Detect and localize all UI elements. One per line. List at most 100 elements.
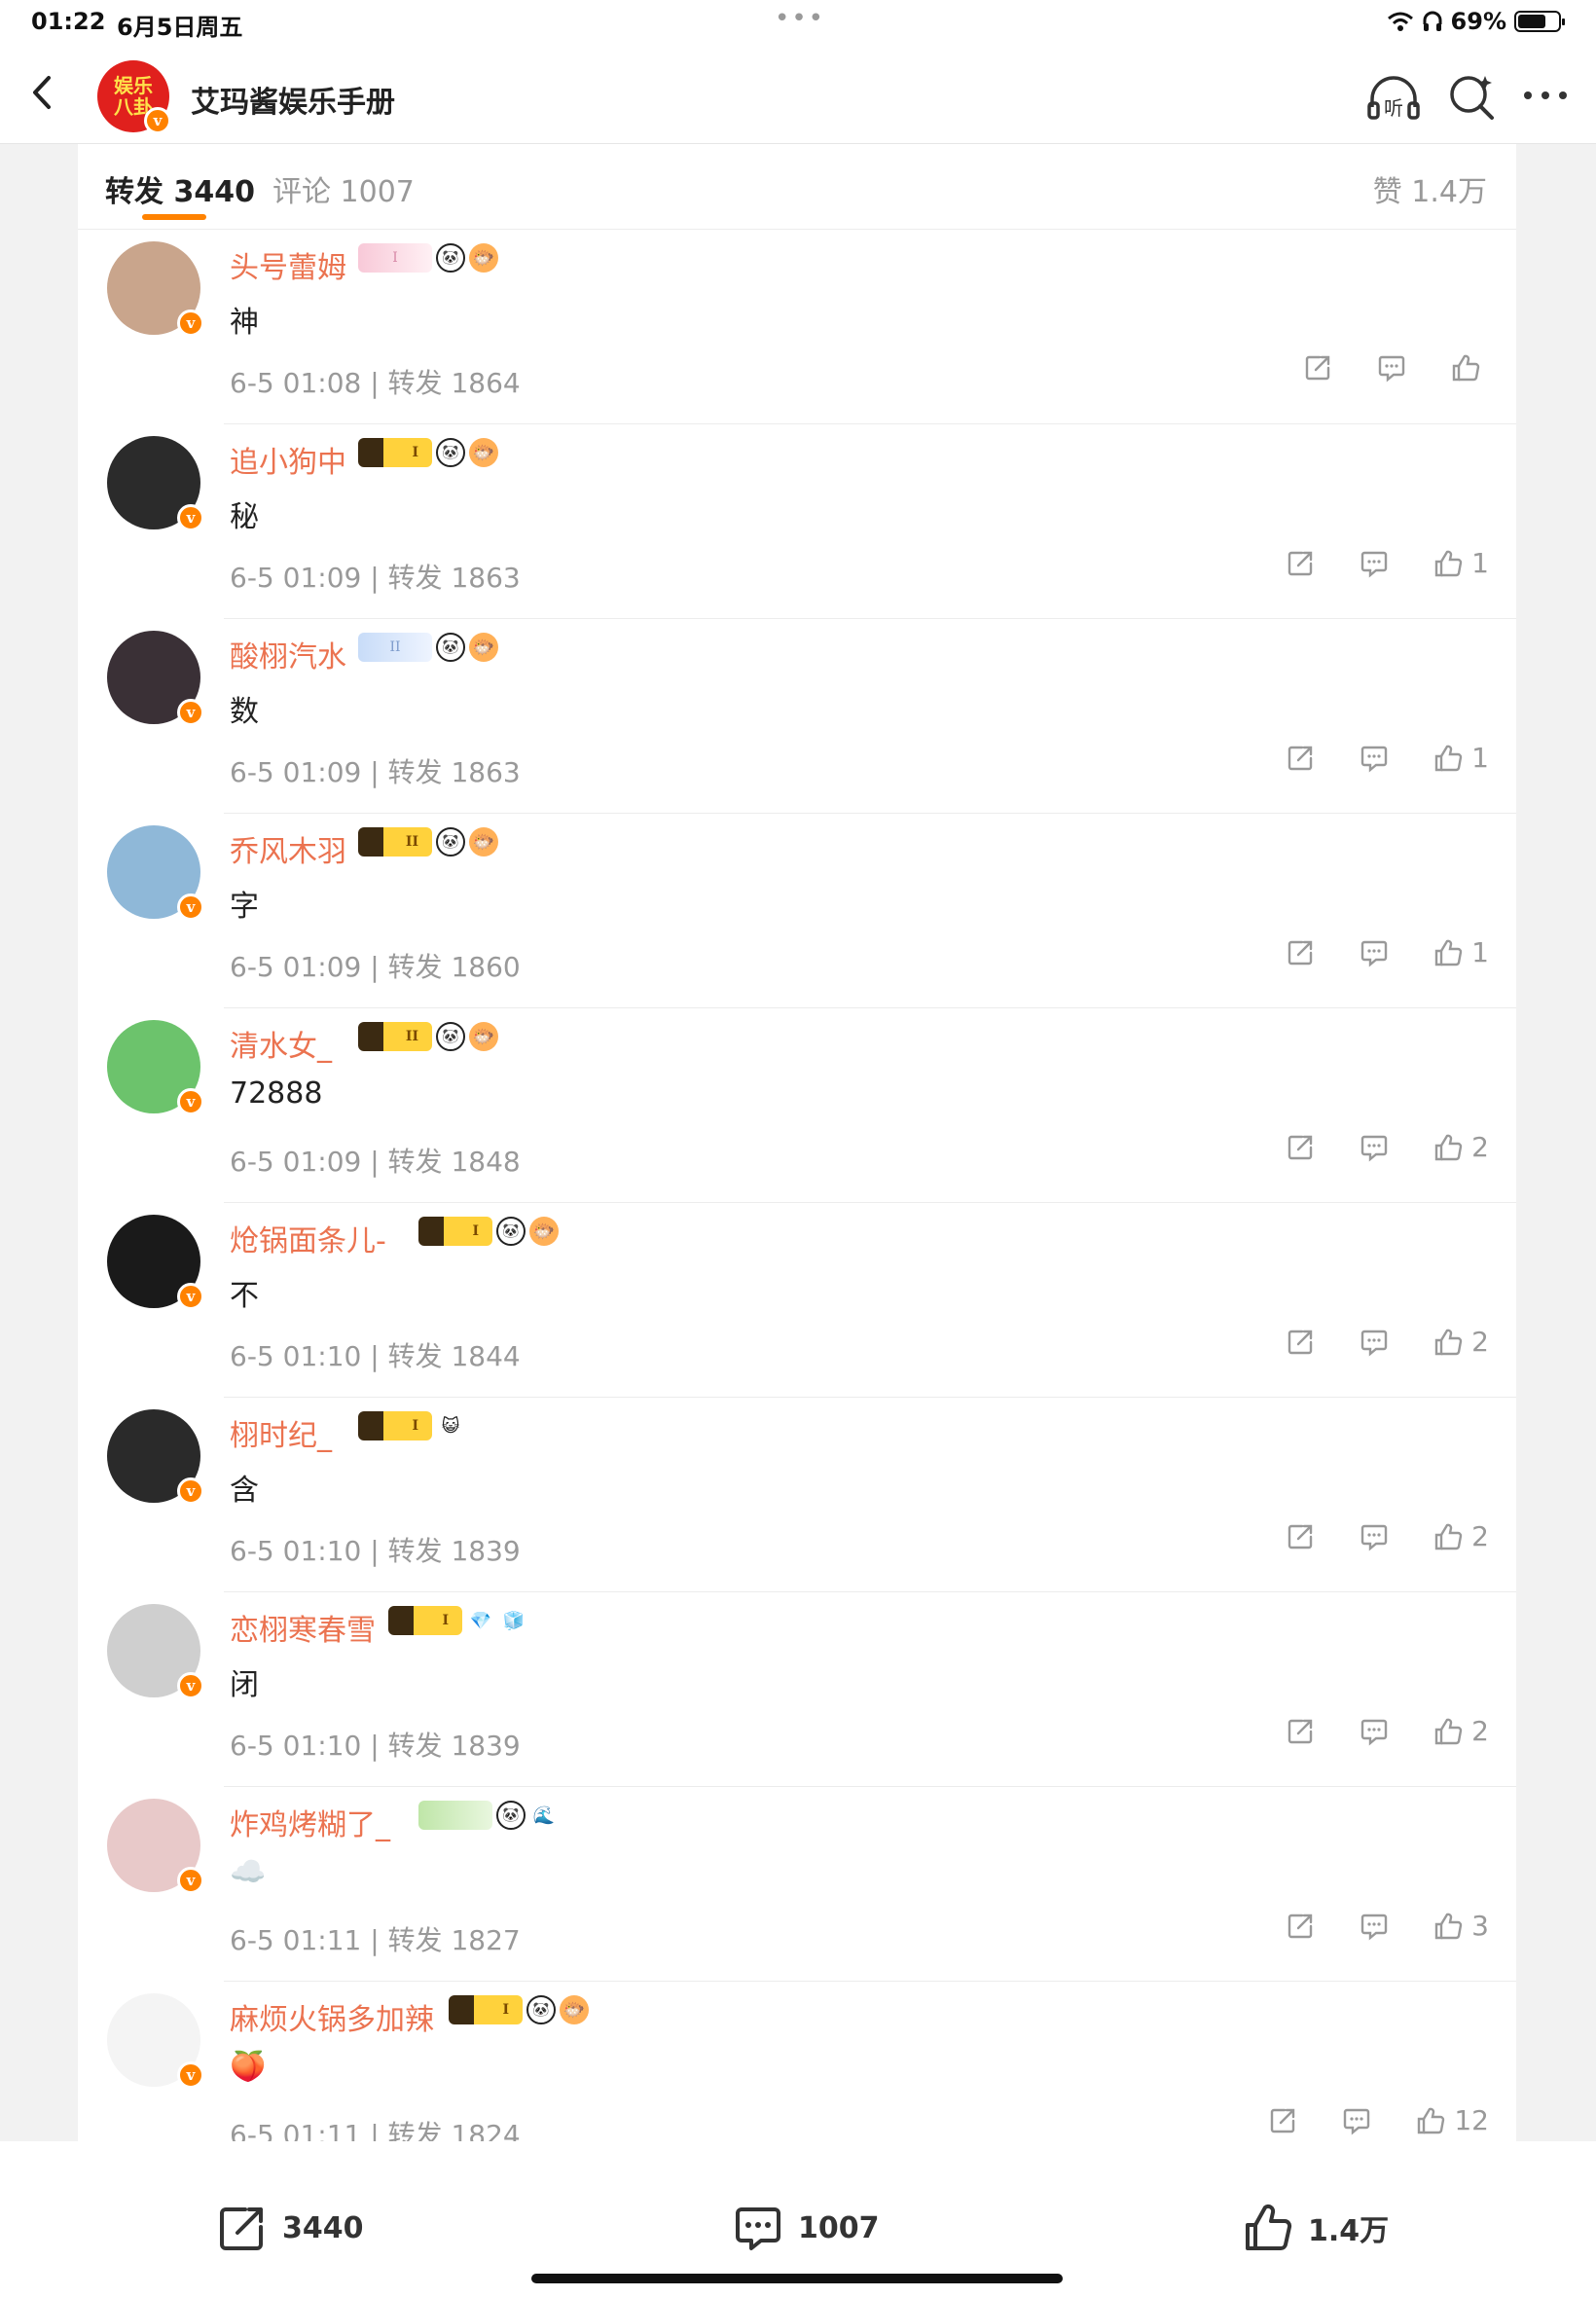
repost-item[interactable]: v 炝锅面条儿- I 🐼 🐡 不 6-5 01:10 | 转发 1844 2	[107, 1203, 1516, 1398]
fan-badge-icon: 🐡	[469, 438, 498, 467]
item-repost-button[interactable]	[1267, 2105, 1298, 2136]
username[interactable]: 酸栩汽水	[230, 633, 346, 675]
item-comment-button[interactable]	[1359, 1521, 1390, 1552]
item-like-button[interactable]: 1	[1433, 547, 1489, 579]
avatar[interactable]: v	[107, 1799, 204, 1894]
multitask-dots[interactable]: •••	[775, 4, 825, 33]
verified-badge-icon: v	[177, 1088, 204, 1115]
repost-item[interactable]: v 炸鸡烤糊了_ 🐼 🌊 ☁️ 6-5 01:11 | 转发 1827 3	[107, 1787, 1516, 1982]
tab-reposts[interactable]: 转发 3440	[105, 167, 255, 210]
repost-text: 🍑	[230, 2050, 267, 2084]
fan-badge-icon: 🐼	[436, 438, 465, 467]
repost-item[interactable]: v 恋栩寒春雪 I 💎 🧊 闭 6-5 01:10 | 转发 1839 2	[107, 1592, 1516, 1787]
username[interactable]: 追小狗中	[230, 438, 346, 481]
item-comment-button[interactable]	[1359, 1716, 1390, 1747]
fan-badge-icon: 🐡	[469, 633, 498, 662]
avatar[interactable]: v	[107, 436, 204, 531]
item-repost-button[interactable]	[1285, 1911, 1316, 1942]
home-indicator[interactable]	[531, 2274, 1063, 2283]
avatar[interactable]: v	[107, 1020, 204, 1115]
avatar[interactable]: v	[107, 825, 204, 921]
username[interactable]: 麻烦火锅多加辣	[230, 1995, 434, 2038]
share-icon	[1285, 1327, 1316, 1358]
item-repost-button[interactable]	[1285, 1521, 1316, 1552]
repost-button[interactable]: 3440	[216, 2202, 364, 2254]
item-repost-button[interactable]	[1285, 1716, 1316, 1747]
item-repost-button[interactable]	[1285, 937, 1316, 968]
item-comment-button[interactable]	[1359, 1132, 1390, 1163]
thumbs-up-icon	[1433, 743, 1464, 774]
share-icon	[1285, 937, 1316, 968]
repost-item[interactable]: v 乔风木羽 II 🐼 🐡 字 6-5 01:09 | 转发 1860 1	[107, 814, 1516, 1008]
repost-item[interactable]: v 头号蕾姆 I 🐼 🐡 神 6-5 01:08 | 转发 1864	[107, 230, 1516, 424]
like-button[interactable]: 1.4万	[1242, 2202, 1389, 2254]
username[interactable]: 清水女_	[230, 1022, 332, 1065]
repost-item[interactable]: v 清水女_ II 🐼 🐡 72888 6-5 01:09 | 转发 1848 2	[107, 1008, 1516, 1203]
listen-headphones-icon[interactable]: 听	[1366, 74, 1421, 123]
item-repost-button[interactable]	[1285, 743, 1316, 774]
verified-badge-icon: v	[177, 699, 204, 726]
avatar[interactable]: v	[107, 1604, 204, 1699]
username[interactable]: 炝锅面条儿-	[230, 1217, 386, 1259]
fan-badge-icon: 🐼	[436, 243, 465, 273]
repost-text: ☁️	[230, 1855, 267, 1889]
item-like-button[interactable]: 2	[1433, 1520, 1489, 1552]
bamboo-badge-icon	[418, 1801, 492, 1830]
tab-likes[interactable]: 赞 1.4万	[1373, 167, 1487, 210]
item-comment-button[interactable]	[1359, 1327, 1390, 1358]
item-comment-button[interactable]	[1359, 937, 1390, 968]
username[interactable]: 头号蕾姆	[230, 243, 346, 286]
item-actions: 1	[1285, 936, 1489, 968]
item-repost-button[interactable]	[1285, 1132, 1316, 1163]
battery-percent: 69%	[1450, 8, 1506, 35]
item-repost-button[interactable]	[1285, 548, 1316, 579]
item-like-button[interactable]: 2	[1433, 1326, 1489, 1358]
item-like-button[interactable]: 1	[1433, 742, 1489, 774]
listen-label: 听	[1384, 96, 1403, 120]
repost-item[interactable]: v 麻烦火锅多加辣 I 🐼 🐡 🍑 6-5 01:11 | 转发 1824 12	[107, 1982, 1516, 2141]
repost-item[interactable]: v 追小狗中 I 🐼 🐡 秘 6-5 01:09 | 转发 1863 1	[107, 424, 1516, 619]
user-badges: I 💎 🧊	[388, 1606, 528, 1635]
thumbs-up-icon	[1433, 1716, 1464, 1747]
item-comment-button[interactable]	[1359, 1911, 1390, 1942]
tab-comments[interactable]: 评论 1007	[272, 167, 415, 210]
item-actions: 2	[1285, 1326, 1489, 1358]
username[interactable]: 恋栩寒春雪	[230, 1606, 376, 1649]
username[interactable]: 炸鸡烤糊了_	[230, 1801, 390, 1843]
share-icon	[1285, 1911, 1316, 1942]
username[interactable]: 乔风木羽	[230, 827, 346, 870]
avatar[interactable]: v	[107, 631, 204, 726]
comment-button[interactable]: 1007	[732, 2202, 880, 2254]
item-repost-button[interactable]	[1285, 1327, 1316, 1358]
account-name[interactable]: 艾玛酱娱乐手册	[191, 78, 395, 121]
item-repost-button[interactable]	[1302, 352, 1333, 383]
item-like-button[interactable]: 2	[1433, 1715, 1489, 1747]
avatar[interactable]: v	[107, 1409, 204, 1505]
comment-icon	[1376, 352, 1407, 383]
more-options-icon[interactable]	[1522, 86, 1569, 105]
account-avatar[interactable]: 娱乐八卦 v	[97, 60, 171, 134]
item-like-button[interactable]: 1	[1433, 936, 1489, 968]
item-like-button[interactable]	[1450, 352, 1489, 383]
avatar[interactable]: v	[107, 241, 204, 337]
tab-bar: 转发 3440 评论 1007 赞 1.4万	[78, 144, 1516, 230]
item-comment-button[interactable]	[1376, 352, 1407, 383]
username[interactable]: 栩时纪_	[230, 1411, 332, 1454]
repost-meta: 6-5 01:08 | 转发 1864	[230, 367, 521, 399]
avatar[interactable]: v	[107, 1993, 204, 2089]
repost-item[interactable]: v 栩时纪_ I 😺 含 6-5 01:10 | 转发 1839 2	[107, 1398, 1516, 1592]
item-actions: 2	[1285, 1715, 1489, 1747]
item-comment-button[interactable]	[1341, 2105, 1372, 2136]
back-icon[interactable]	[21, 70, 66, 115]
item-like-button[interactable]: 3	[1433, 1910, 1489, 1942]
item-comment-button[interactable]	[1359, 548, 1390, 579]
item-like-button[interactable]: 12	[1415, 2104, 1489, 2136]
repost-item[interactable]: v 酸栩汽水 II 🐼 🐡 数 6-5 01:09 | 转发 1863 1	[107, 619, 1516, 814]
avatar[interactable]: v	[107, 1215, 204, 1310]
verified-badge-icon: v	[144, 107, 171, 134]
item-comment-button[interactable]	[1359, 743, 1390, 774]
item-actions: 3	[1285, 1910, 1489, 1942]
search-icon[interactable]	[1446, 72, 1497, 123]
item-like-button[interactable]: 2	[1433, 1131, 1489, 1163]
fan-badge-icon: 🐡	[469, 243, 498, 273]
